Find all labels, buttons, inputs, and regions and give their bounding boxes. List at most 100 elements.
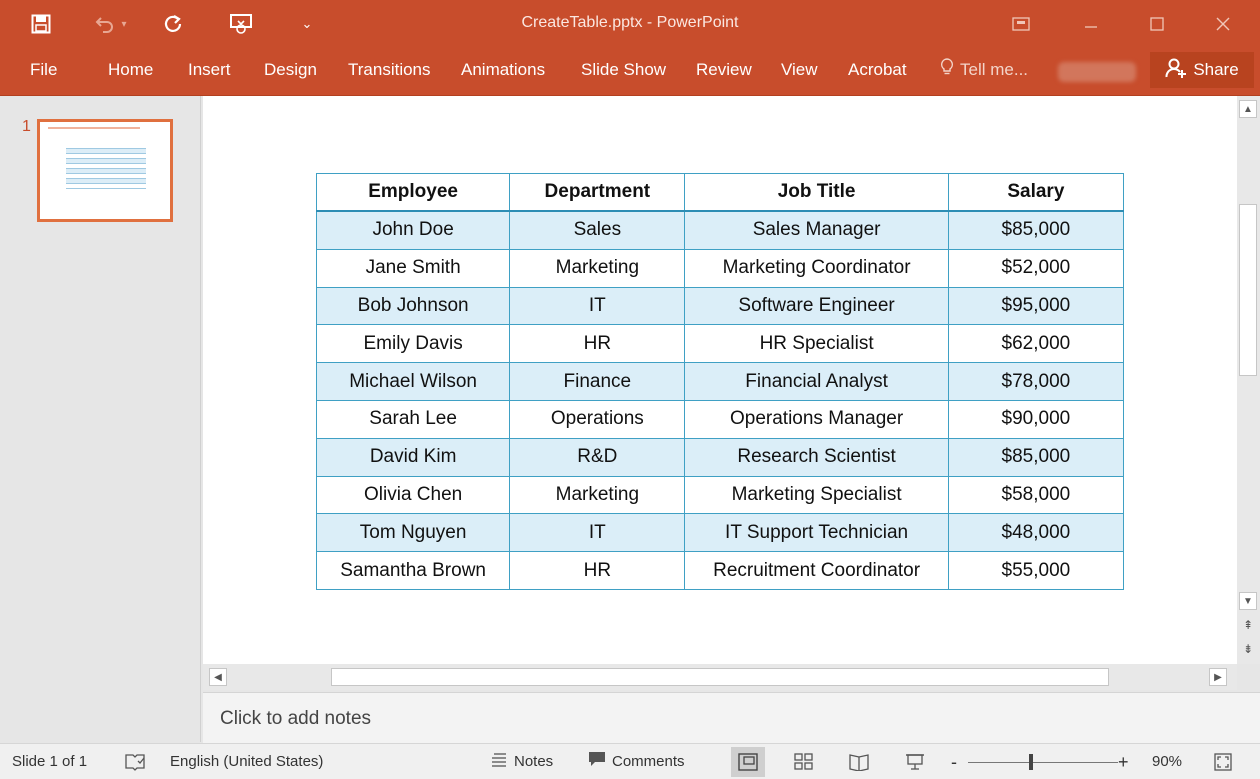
zoom-level[interactable]: 90% bbox=[1152, 752, 1182, 772]
table-cell[interactable]: Olivia Chen bbox=[315, 475, 511, 515]
table-cell[interactable]: R&D bbox=[509, 437, 686, 477]
table-cell[interactable]: Michael Wilson bbox=[315, 362, 511, 401]
tell-me-box[interactable]: Tell me... bbox=[940, 57, 1028, 82]
table-cell[interactable]: Operations Manager bbox=[684, 399, 949, 439]
table-cell[interactable]: Marketing Coordinator bbox=[684, 248, 949, 288]
zoom-slider-thumb[interactable] bbox=[1029, 754, 1033, 770]
horizontal-scroll-thumb[interactable] bbox=[331, 668, 1109, 686]
normal-view-icon[interactable] bbox=[731, 747, 765, 777]
scroll-down-icon[interactable]: ▼ bbox=[1239, 592, 1257, 610]
table-cell[interactable]: HR bbox=[509, 324, 686, 364]
table-cell[interactable]: $78,000 bbox=[947, 362, 1125, 401]
thumbnail-table-preview bbox=[66, 144, 146, 189]
tab-transitions[interactable]: Transitions bbox=[348, 58, 431, 82]
previous-slide-icon[interactable]: ⇞ bbox=[1239, 616, 1257, 634]
header-employee[interactable]: Employee bbox=[315, 173, 511, 212]
tab-review[interactable]: Review bbox=[696, 58, 752, 82]
comments-toggle-button[interactable]: Comments bbox=[588, 752, 685, 772]
tab-insert[interactable]: Insert bbox=[188, 58, 231, 82]
slide-sorter-view-icon[interactable] bbox=[787, 747, 821, 777]
tab-acrobat[interactable]: Acrobat bbox=[848, 58, 907, 82]
table-cell[interactable]: $48,000 bbox=[947, 513, 1125, 553]
tab-slide-show[interactable]: Slide Show bbox=[581, 58, 666, 82]
table-cell[interactable]: Operations bbox=[509, 399, 686, 439]
table-cell[interactable]: $62,000 bbox=[947, 324, 1125, 364]
status-bar: Slide 1 of 1 English (United States) Not… bbox=[0, 743, 1260, 779]
table-cell[interactable]: Finance bbox=[509, 362, 686, 401]
tab-design[interactable]: Design bbox=[264, 58, 317, 82]
redo-icon[interactable] bbox=[156, 8, 190, 40]
table-cell[interactable]: $55,000 bbox=[947, 551, 1125, 590]
undo-dropdown-icon[interactable]: ▾ bbox=[116, 8, 132, 40]
table-cell[interactable]: Research Scientist bbox=[684, 437, 949, 477]
table-cell[interactable]: IT bbox=[509, 513, 686, 553]
scroll-up-icon[interactable]: ▲ bbox=[1239, 100, 1257, 118]
table-cell[interactable]: Marketing bbox=[509, 475, 686, 515]
share-button[interactable]: Share bbox=[1150, 52, 1254, 88]
language-indicator[interactable]: English (United States) bbox=[170, 752, 323, 772]
tab-animations[interactable]: Animations bbox=[461, 58, 545, 82]
table-cell[interactable]: Software Engineer bbox=[684, 286, 949, 326]
table-cell[interactable]: $85,000 bbox=[947, 437, 1125, 477]
table-cell[interactable]: Financial Analyst bbox=[684, 362, 949, 401]
zoom-slider-track[interactable] bbox=[968, 762, 1118, 763]
table-cell[interactable]: $58,000 bbox=[947, 475, 1125, 515]
header-salary[interactable]: Salary bbox=[947, 173, 1125, 212]
table-cell[interactable]: $90,000 bbox=[947, 399, 1125, 439]
table-cell[interactable]: HR Specialist bbox=[684, 324, 949, 364]
table-cell[interactable]: Sales bbox=[509, 210, 686, 250]
maximize-icon[interactable] bbox=[1134, 6, 1180, 42]
slide-editor[interactable]: Employee Department Job Title Salary Joh… bbox=[203, 96, 1237, 664]
fit-slide-to-window-icon[interactable] bbox=[1206, 747, 1240, 777]
employee-table[interactable]: Employee Department Job Title Salary Joh… bbox=[315, 173, 1125, 590]
vertical-scroll-thumb[interactable] bbox=[1239, 204, 1257, 376]
minimize-icon[interactable] bbox=[1068, 6, 1114, 42]
table-cell[interactable]: David Kim bbox=[315, 437, 511, 477]
tab-view[interactable]: View bbox=[781, 58, 818, 82]
table-cell[interactable]: IT bbox=[509, 286, 686, 326]
slide-show-view-icon[interactable] bbox=[898, 747, 932, 777]
table-cell[interactable]: HR bbox=[509, 551, 686, 590]
header-job-title[interactable]: Job Title bbox=[684, 173, 949, 212]
zoom-in-button[interactable]: + bbox=[1118, 752, 1129, 772]
table-cell[interactable]: Tom Nguyen bbox=[315, 513, 511, 553]
table-cell[interactable]: $85,000 bbox=[947, 210, 1125, 250]
horizontal-scrollbar[interactable]: ◀ ▶ bbox=[203, 664, 1237, 690]
table-cell[interactable]: Jane Smith bbox=[315, 248, 511, 288]
table-cell[interactable]: Sarah Lee bbox=[315, 399, 511, 439]
tab-file[interactable]: File bbox=[30, 58, 57, 82]
table-cell[interactable]: IT Support Technician bbox=[684, 513, 949, 553]
table-cell[interactable]: Recruitment Coordinator bbox=[684, 551, 949, 590]
table-cell[interactable]: Samantha Brown bbox=[315, 551, 511, 590]
notes-placeholder[interactable]: Click to add notes bbox=[220, 708, 371, 730]
present-from-beginning-icon[interactable] bbox=[224, 8, 258, 40]
slide-thumbnail-number: 1 bbox=[22, 118, 31, 135]
save-icon[interactable] bbox=[24, 8, 58, 40]
table-cell[interactable]: Marketing Specialist bbox=[684, 475, 949, 515]
reading-view-icon[interactable] bbox=[842, 747, 876, 777]
table-cell[interactable]: John Doe bbox=[315, 210, 511, 250]
customize-qat-icon[interactable]: ⌄ bbox=[290, 8, 324, 40]
tab-home[interactable]: Home bbox=[108, 58, 153, 82]
table-cell[interactable]: Bob Johnson bbox=[315, 286, 511, 326]
next-slide-icon[interactable]: ⇟ bbox=[1239, 640, 1257, 658]
header-department[interactable]: Department bbox=[509, 173, 686, 212]
table-cell[interactable]: Emily Davis bbox=[315, 324, 511, 364]
spelling-check-icon[interactable] bbox=[124, 752, 146, 772]
table-row: Jane Smith Marketing Marketing Coordinat… bbox=[315, 248, 1125, 288]
slide-thumbnail-pane: 1 bbox=[0, 96, 201, 742]
close-icon[interactable] bbox=[1200, 6, 1246, 42]
slide-thumbnail[interactable] bbox=[37, 119, 173, 222]
notes-pane[interactable]: Click to add notes bbox=[203, 692, 1260, 743]
vertical-scrollbar[interactable]: ▲ ▼ ⇞ ⇟ bbox=[1237, 96, 1260, 664]
scroll-right-icon[interactable]: ▶ bbox=[1209, 668, 1227, 686]
zoom-out-button[interactable]: - bbox=[951, 752, 957, 772]
table-cell[interactable]: Sales Manager bbox=[684, 210, 949, 250]
table-cell[interactable]: $52,000 bbox=[947, 248, 1125, 288]
scroll-left-icon[interactable]: ◀ bbox=[209, 668, 227, 686]
ribbon-display-options-icon[interactable] bbox=[998, 6, 1044, 42]
account-name-blurred[interactable] bbox=[1058, 62, 1136, 82]
table-cell[interactable]: Marketing bbox=[509, 248, 686, 288]
notes-toggle-button[interactable]: Notes bbox=[490, 752, 553, 772]
table-cell[interactable]: $95,000 bbox=[947, 286, 1125, 326]
